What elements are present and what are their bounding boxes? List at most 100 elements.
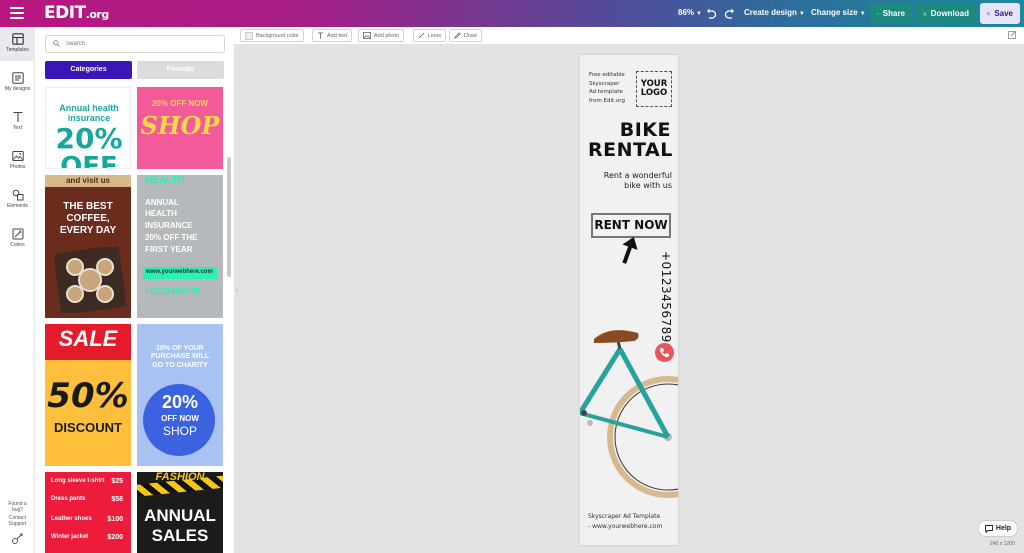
template-thumbnail[interactable]: FASHION ANNUAL SALES [137, 472, 223, 553]
text-icon [13, 111, 22, 122]
download-label: Download [930, 9, 969, 18]
thumb-text: Dress pants [51, 496, 86, 502]
thumb-text: SALES [151, 526, 209, 545]
search-box[interactable] [45, 35, 225, 53]
tab-categories[interactable]: Categories [45, 61, 132, 79]
ad-title-rental[interactable]: RENTAL [588, 139, 673, 161]
rail-item-colors[interactable]: Colors [0, 222, 35, 256]
tab-formats[interactable]: Formats [137, 61, 224, 79]
thumb-text: 20% [55, 122, 123, 155]
thumb-text: 10% OF YOUR [156, 345, 204, 352]
ad-footer-text[interactable]: Skyscraper Ad Template - www.yourwebhere… [588, 512, 662, 532]
chevron-down-icon: ▼ [696, 11, 702, 17]
rail-item-templates[interactable]: Templates [0, 27, 35, 61]
report-bug-link[interactable]: Found a bug? [0, 501, 35, 513]
lines-button[interactable]: Lines [413, 29, 447, 42]
template-thumbnail[interactable]: Annual health insurance 20% OFF [45, 87, 131, 169]
ad-logo-placeholder[interactable]: YOUR LOGO [636, 71, 672, 107]
undo-icon[interactable] [704, 6, 718, 20]
thumb-text: ANNUAL [144, 506, 216, 525]
template-thumbnail[interactable]: and visit us THE BEST COFFEE, EVERY DAY [45, 175, 131, 318]
thumb-text: Winter jacket [51, 534, 89, 540]
lines-label: Lines [428, 32, 442, 39]
edit-icon[interactable] [1008, 30, 1017, 39]
folder-icon [987, 12, 991, 15]
search-input[interactable] [66, 38, 216, 50]
ad-tagline[interactable]: Rent a wonderful bike with us [604, 171, 672, 191]
draw-button[interactable]: Draw [449, 29, 482, 42]
bicycle-image [580, 330, 678, 498]
thumb-text: SHOP [162, 424, 197, 438]
rail-item-elements[interactable]: Elements [0, 183, 35, 217]
rail-label: Photos [9, 164, 26, 170]
add-photo-button[interactable]: Add photo [358, 29, 405, 42]
thumb-text: DISCOUNT [54, 420, 122, 435]
template-thumbnail[interactable]: 20% OFF NOW SHOP [137, 87, 223, 169]
rail-item-photos[interactable]: Photos [0, 144, 35, 178]
download-button[interactable]: Download [916, 3, 976, 24]
support-line-2: Support [8, 521, 27, 527]
thumb-text: FASHION [155, 472, 205, 483]
template-thumbnail[interactable]: Long sleeve t-shirt $25 Dress pants $58 … [45, 472, 131, 553]
change-size-label: Change size [811, 8, 858, 17]
palette-icon [12, 228, 23, 240]
download-icon [923, 11, 927, 16]
zoom-dropdown[interactable]: 86% ▼ [678, 8, 702, 17]
thumb-text: Annual health [59, 103, 119, 113]
bug-line-2: bug? [11, 507, 24, 513]
save-label: Save [994, 9, 1013, 18]
rail-item-text[interactable]: Text [0, 105, 35, 139]
skyscraper-ad-canvas[interactable]: Free editable Skyscraper Ad template fro… [580, 55, 678, 545]
thumb-text: +0123456789 [145, 286, 201, 296]
thumb-text: OFF NOW [161, 414, 199, 423]
template-thumbnail[interactable]: 10% OF YOUR PURCHASE WILL GO TO CHARITY … [137, 324, 223, 466]
help-label: Help [995, 525, 1012, 532]
menu-icon[interactable] [10, 7, 24, 19]
thumb-text: PURCHASE WILL [150, 353, 210, 360]
image-icon [363, 32, 371, 39]
change-size-dropdown[interactable]: Change size ▼ [811, 8, 866, 17]
thumb-text: HEALTH [145, 175, 185, 186]
ad-intro-text[interactable]: Free editable Skyscraper Ad template fro… [589, 71, 625, 105]
thumb-text: SALE [58, 326, 118, 351]
rail-label: Elements [7, 203, 28, 209]
settings-icon[interactable] [11, 532, 24, 545]
template-icon [11, 33, 24, 45]
rail-item-my-designs[interactable]: My designs [0, 66, 35, 100]
add-photo-label: Add photo [374, 32, 400, 39]
share-label: Share [882, 9, 905, 18]
thumb-text: ANNUAL [145, 198, 179, 207]
image-icon [11, 151, 24, 161]
thumb-text: $100 [107, 516, 123, 523]
save-button[interactable]: Save [980, 3, 1020, 24]
thumb-text: FIRST YEAR [145, 245, 193, 254]
share-button[interactable]: Share [870, 3, 912, 24]
background-color-button[interactable]: Background color [240, 29, 304, 42]
brand-name: EDIT [44, 3, 86, 23]
thumb-text: and visit us [65, 176, 110, 185]
text-icon [317, 32, 324, 39]
thumb-text: 20% [161, 392, 199, 412]
help-button[interactable]: Help [978, 520, 1018, 537]
chevron-down-icon: ▼ [798, 11, 805, 17]
contact-support-link[interactable]: Contact Support [0, 515, 35, 527]
coffee-cups-image [55, 247, 125, 313]
chat-icon [984, 524, 993, 533]
thumb-text: EVERY DAY [59, 225, 117, 236]
thumb-text: 20% OFF NOW [151, 99, 208, 108]
create-design-dropdown[interactable]: Create design ▼ [744, 8, 805, 17]
rail-label: Text [12, 125, 23, 131]
add-text-button[interactable]: Add text [312, 29, 353, 42]
template-thumbnail[interactable]: HEALTH ANNUAL HEALTH INSURANCE 20% OFF T… [137, 175, 223, 318]
brand-logo[interactable]: EDIT.org [44, 3, 109, 23]
panel-scrollbar[interactable] [227, 157, 231, 277]
canvas-size-label: 240 x 1200 [990, 541, 1015, 547]
thumb-text: 20% OFF THE [145, 233, 198, 242]
share-icon [877, 12, 879, 15]
templates-panel: Categories Formats Annual health insuran… [35, 27, 234, 553]
thumb-text: THE BEST [63, 201, 113, 212]
pencil-icon [454, 32, 461, 39]
redo-icon[interactable] [723, 6, 737, 20]
template-thumbnail[interactable]: SALE 50% DISCOUNT [45, 324, 131, 466]
ad-title-bike[interactable]: BIKE [620, 119, 671, 141]
